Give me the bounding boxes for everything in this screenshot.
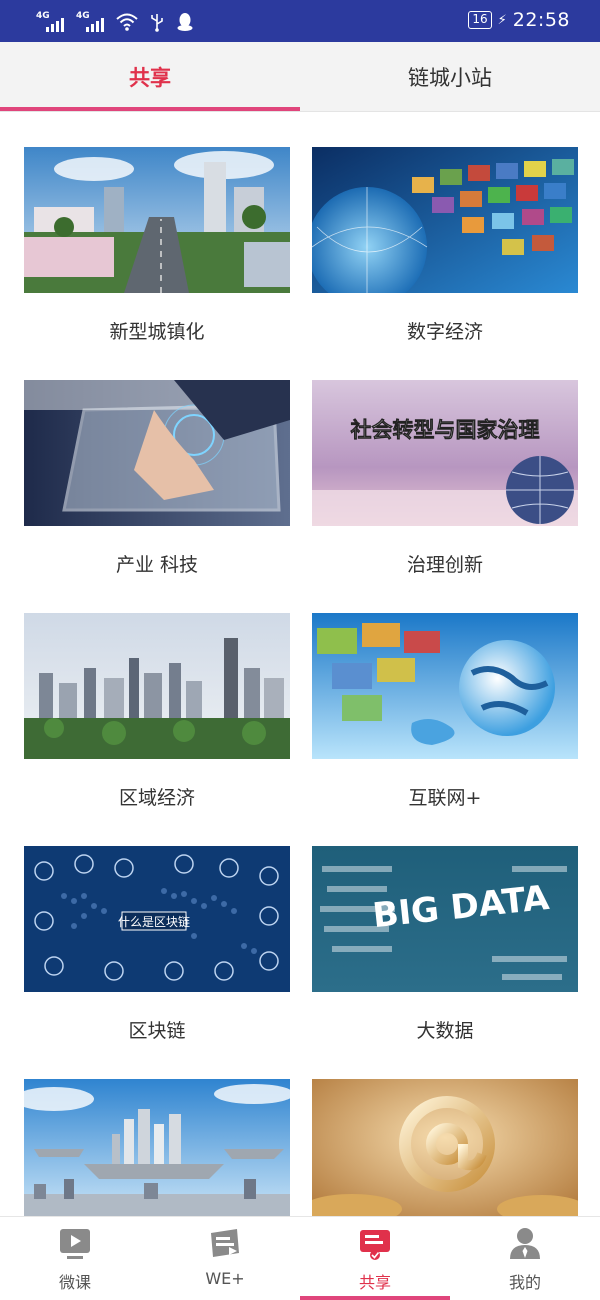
play-video-icon — [60, 1229, 90, 1259]
active-tab-indicator — [0, 107, 300, 111]
grid-item-label: 区域经济 — [118, 787, 195, 809]
nav-item-share[interactable]: 共享 — [300, 1217, 450, 1300]
nav-label: 共享 — [358, 1273, 391, 1292]
share-card-icon — [360, 1230, 390, 1260]
big-data-image: BIG DATA — [312, 846, 578, 992]
grid-item-label: 大数据 — [416, 1020, 474, 1042]
user-icon — [510, 1228, 540, 1259]
signal-icon: 4G — [76, 12, 106, 32]
governance-globe-image: 社会转型与国家治理 — [312, 380, 578, 526]
nav-item-micro-course[interactable]: 微课 — [0, 1217, 150, 1300]
city-street-image — [24, 147, 290, 293]
touchscreen-hand-image — [24, 380, 290, 526]
nav-item-we-plus[interactable]: WE+ — [150, 1217, 300, 1300]
image-overlay-text: 社会转型与国家治理 — [350, 418, 540, 442]
tab-share[interactable]: 共享 — [0, 42, 300, 112]
blockchain-map-image: 什么是区块链 — [24, 846, 290, 992]
wifi-icon — [116, 13, 138, 31]
floating-city-image — [24, 1079, 290, 1216]
active-nav-indicator — [300, 1296, 450, 1300]
at-sign-coins-image — [312, 1079, 578, 1216]
grid-item-label: 区块链 — [128, 1020, 186, 1042]
digital-globe-image — [312, 147, 578, 293]
charging-icon: ⚡ — [497, 12, 507, 28]
city-skyline-image — [24, 613, 290, 759]
grid-item-label: 新型城镇化 — [109, 321, 205, 343]
slides-icon — [211, 1229, 239, 1257]
nav-label: 我的 — [508, 1273, 541, 1292]
grid-item-label: 互联网+ — [408, 787, 482, 809]
image-overlay-text: 什么是区块链 — [118, 914, 190, 929]
grid-item-label: 数字经济 — [406, 321, 483, 343]
nav-label: 微课 — [58, 1273, 91, 1292]
usb-icon — [151, 14, 163, 32]
grid-item-label: 治理创新 — [406, 554, 483, 576]
grid-item-label: 产业 科技 — [115, 554, 199, 576]
status-icons-left: 4G 4G — [36, 10, 194, 32]
status-bar: 4G 4G 16 ⚡ 22:58 — [0, 0, 600, 42]
nav-item-mine[interactable]: 我的 — [450, 1217, 600, 1300]
nav-label: WE+ — [205, 1269, 245, 1288]
clock: 22:58 — [512, 9, 570, 31]
battery-icon: 16 — [468, 11, 492, 29]
category-grid: 新型城镇化 数字经济 产业 科技 社会转型与国家治理 治理创新 区域经济 互联网… — [0, 112, 600, 1216]
qq-icon — [177, 13, 193, 31]
signal-icon: 4G — [36, 12, 66, 32]
internet-globe-image — [312, 613, 578, 759]
status-icons-right: 16 ⚡ 22:58 — [468, 9, 570, 31]
top-tab-bar: 共享 链城小站 — [0, 42, 600, 112]
bottom-navigation: 微课 WE+ 共享 我的 — [0, 1216, 600, 1300]
tab-chain-city-station[interactable]: 链城小站 — [300, 42, 600, 112]
